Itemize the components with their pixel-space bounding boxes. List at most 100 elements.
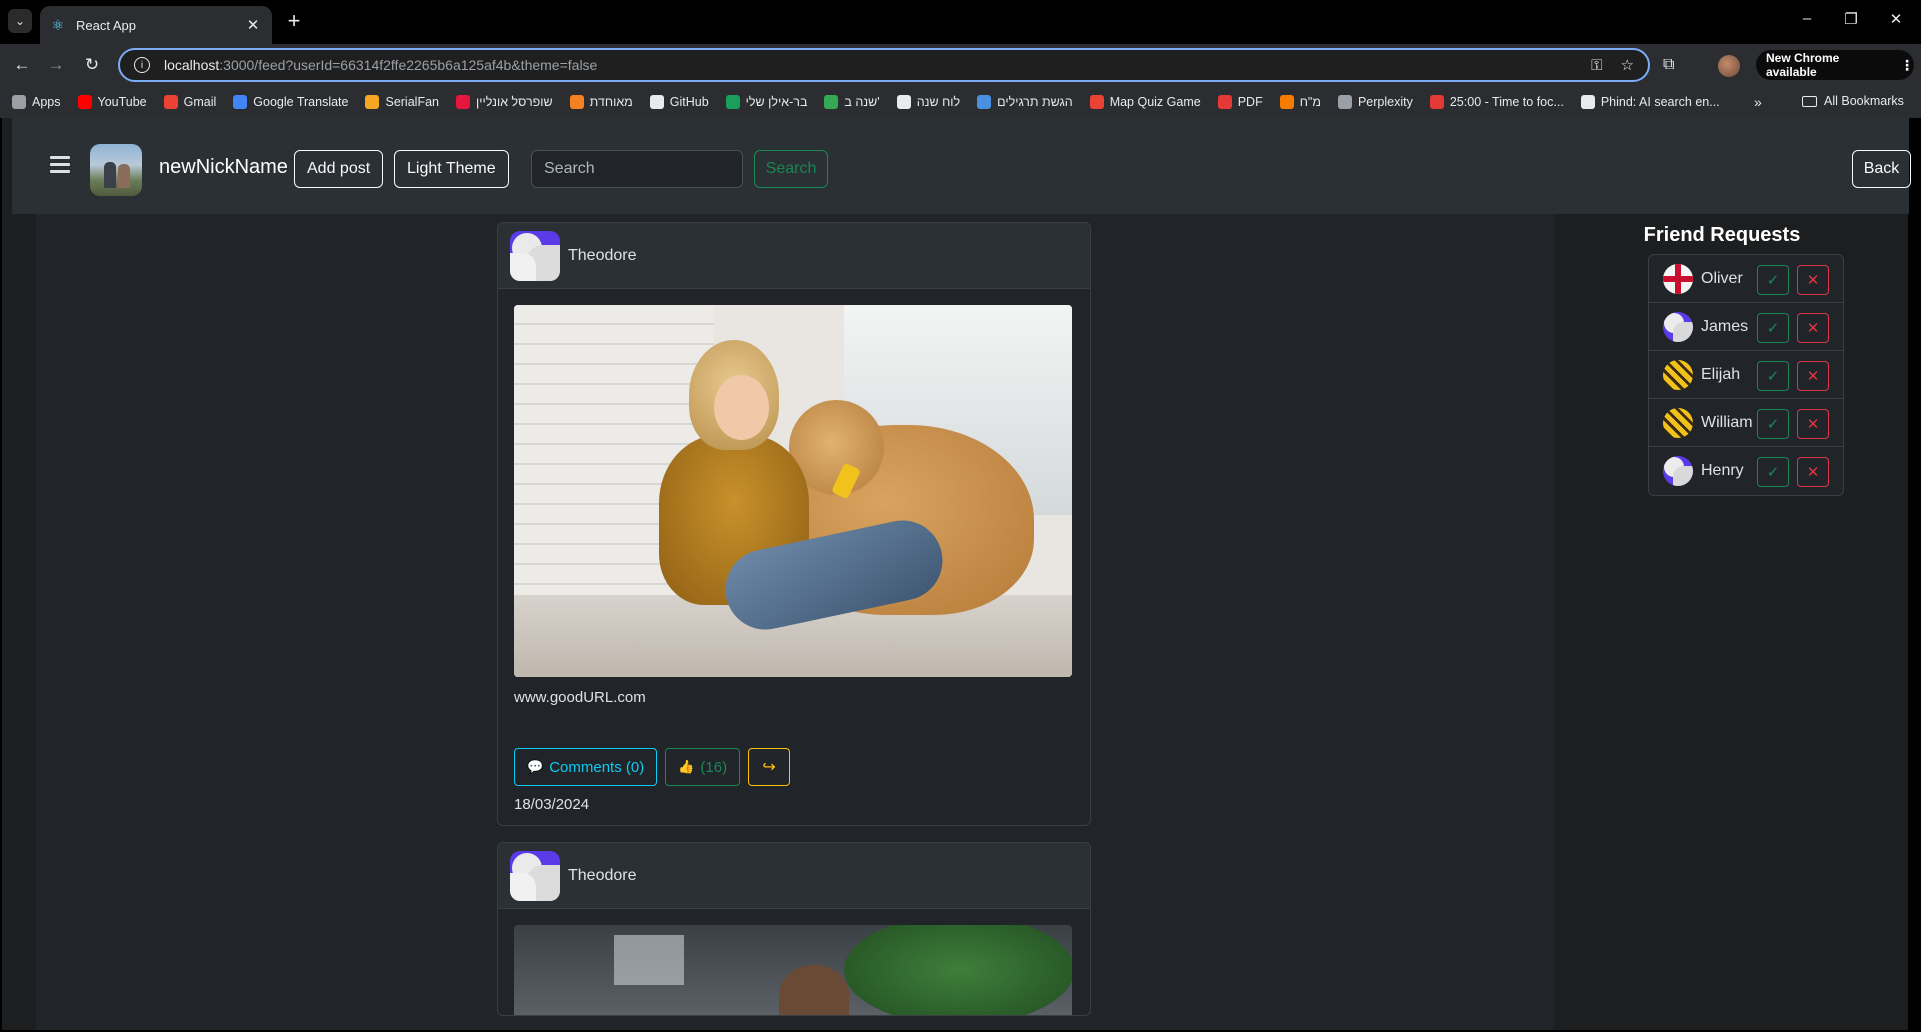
youtube-icon: [77, 95, 92, 109]
tab-search-chevron-icon[interactable]: ⌄: [8, 9, 32, 33]
author-avatar: [510, 230, 560, 281]
back-button[interactable]: Back: [1852, 150, 1911, 188]
post-card: Theodore: [497, 842, 1091, 1016]
bookmark-item[interactable]: הגשת תרגילים: [977, 95, 1073, 109]
new-chrome-label: New Chrome available: [1766, 51, 1840, 79]
apps-grid-icon: [12, 95, 26, 109]
accept-check-icon[interactable]: ✓: [1757, 409, 1789, 439]
bookmark-item[interactable]: 25:00 - Time to foc...: [1429, 95, 1564, 109]
bookmark-item[interactable]: YouTube: [77, 95, 147, 109]
all-bookmarks[interactable]: All Bookmarks: [1802, 94, 1904, 108]
accept-check-icon[interactable]: ✓: [1757, 265, 1789, 295]
reject-x-icon[interactable]: ✕: [1797, 409, 1829, 439]
pomodoro-icon: [1429, 95, 1444, 109]
search-button[interactable]: Search: [754, 150, 828, 188]
new-chrome-button[interactable]: New Chrome available ⋮: [1756, 50, 1914, 80]
meuhedet-icon: [569, 95, 584, 109]
gmail-icon: [163, 95, 178, 109]
comments-label: Comments (0): [549, 758, 645, 776]
bookmarks-bar: Apps YouTube Gmail Google Translate SerialFa…: [0, 86, 1921, 118]
bookmark-star-icon[interactable]: ☆: [1621, 56, 1634, 74]
forward-arrow-icon[interactable]: →: [44, 53, 68, 77]
tab-close-icon[interactable]: ✕: [244, 16, 262, 34]
restore-icon[interactable]: ❐: [1836, 10, 1866, 28]
reject-x-icon[interactable]: ✕: [1797, 265, 1829, 295]
bookmark-label: YouTube: [97, 95, 147, 109]
post-image: [514, 925, 1072, 1015]
bookmark-label: Perplexity: [1357, 95, 1413, 109]
friend-name: Elijah: [1701, 365, 1741, 383]
bookmark-label: PDF: [1237, 95, 1263, 109]
bookmark-item[interactable]: Phind: AI search en...: [1580, 95, 1720, 109]
share-arrow-icon: ↪: [762, 759, 776, 776]
address-bar[interactable]: i localhost:3000/feed?userId=66314f2ffe2…: [118, 48, 1650, 82]
share-button[interactable]: ↪: [748, 748, 791, 786]
post-actions: 💬 Comments (0) 👍 (16) ↪: [514, 748, 1074, 786]
browser-tab[interactable]: ⚛ React App ✕: [40, 6, 272, 44]
comments-icon: 💬: [527, 759, 544, 774]
friend-avatar: [1663, 311, 1693, 342]
reject-x-icon[interactable]: ✕: [1797, 313, 1829, 343]
thumbs-up-icon: 👍: [678, 759, 695, 774]
back-arrow-icon[interactable]: ←: [10, 53, 34, 77]
bookmark-item[interactable]: מאוחדת: [569, 95, 633, 109]
like-button[interactable]: 👍 (16): [665, 748, 741, 786]
serialfan-icon: [365, 95, 380, 109]
bookmarks-overflow-icon[interactable]: »: [1754, 94, 1762, 110]
post-header: Theodore: [498, 843, 1090, 909]
bookmark-label: SerialFan: [385, 95, 439, 109]
theme-toggle-button[interactable]: Light Theme: [394, 150, 509, 188]
accept-check-icon[interactable]: ✓: [1757, 313, 1789, 343]
friend-name: William: [1701, 413, 1753, 431]
window-close-icon[interactable]: ✕: [1881, 10, 1911, 28]
profile-avatar[interactable]: [1718, 55, 1740, 77]
friend-requests-list: Oliver ✓ ✕ James ✓ ✕ Elijah ✓ ✕ William ✓ ✕ Henry ✓ ✕: [1648, 254, 1844, 496]
menu-dots-icon[interactable]: ⋮: [1900, 57, 1914, 74]
reject-x-icon[interactable]: ✕: [1797, 361, 1829, 391]
nav-username: newNickName: [159, 156, 288, 178]
bookmark-label: לוח שנה: [916, 95, 961, 109]
bookmark-label: מאוחדת: [589, 95, 633, 109]
minimize-icon[interactable]: –: [1792, 10, 1822, 27]
bookmark-item[interactable]: מ"ח: [1279, 95, 1321, 109]
bookmark-item[interactable]: שופרסל אונליין: [455, 95, 553, 109]
bookmark-item[interactable]: לוח שנה: [896, 95, 961, 109]
password-key-icon[interactable]: ⚿: [1591, 57, 1602, 74]
bookmark-item[interactable]: PDF: [1217, 95, 1263, 109]
bookmark-item[interactable]: בר-אילן שלי: [725, 95, 807, 109]
bookmark-item[interactable]: Perplexity: [1337, 95, 1413, 109]
site-info-icon[interactable]: i: [134, 57, 150, 73]
post-date: 18/03/2024: [514, 796, 590, 813]
friend-request-item: Oliver ✓ ✕: [1649, 255, 1843, 303]
friend-avatar: [1663, 263, 1693, 294]
add-post-button[interactable]: Add post: [294, 150, 384, 188]
bookmark-item[interactable]: Google Translate: [233, 95, 348, 109]
perplexity-icon: [1337, 95, 1352, 109]
search-input[interactable]: [531, 150, 743, 188]
post-feed: Theodore www.goodURL.com 💬 Comments (0): [497, 222, 1091, 1032]
hamburger-menu-icon[interactable]: [50, 156, 70, 177]
bookmark-item[interactable]: SerialFan: [365, 95, 439, 109]
post-image: [514, 305, 1072, 677]
bookmark-item[interactable]: Map Quiz Game: [1089, 95, 1201, 109]
extensions-puzzle-icon[interactable]: ⧉: [1663, 56, 1674, 74]
reload-icon[interactable]: ↻: [80, 53, 104, 77]
browser-toolbar: ← → ↻ i localhost:3000/feed?userId=66314…: [0, 44, 1921, 86]
new-tab-icon[interactable]: +: [282, 10, 306, 34]
post-header: Theodore: [498, 223, 1090, 289]
comments-button[interactable]: 💬 Comments (0): [514, 748, 658, 786]
bookmark-item[interactable]: GitHub: [649, 95, 709, 109]
drive-icon: [824, 95, 839, 109]
bookmark-item[interactable]: Gmail: [163, 95, 216, 109]
url-text[interactable]: localhost:3000/feed?userId=66314f2ffe226…: [164, 57, 1573, 73]
friend-avatar: [1663, 407, 1693, 438]
post-author: Theodore: [568, 866, 637, 884]
bookmark-label: הגשת תרגילים: [997, 95, 1073, 109]
bookmark-item[interactable]: שנה ב': [824, 95, 880, 109]
reject-x-icon[interactable]: ✕: [1797, 457, 1829, 487]
accept-check-icon[interactable]: ✓: [1757, 457, 1789, 487]
bookmark-label: שנה ב': [844, 95, 880, 109]
bookmark-item[interactable]: Apps: [12, 95, 61, 109]
accept-check-icon[interactable]: ✓: [1757, 361, 1789, 391]
friend-name: Oliver: [1701, 269, 1743, 287]
